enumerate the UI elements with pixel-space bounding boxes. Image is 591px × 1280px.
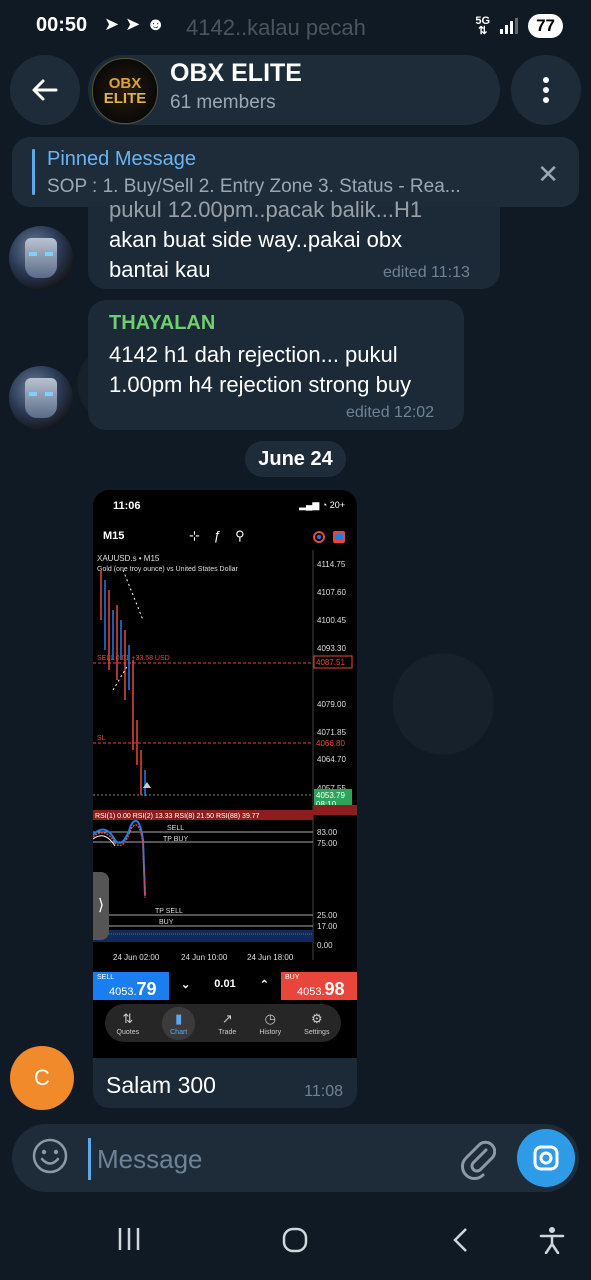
nav-history[interactable]: ◷ History	[259, 1011, 281, 1036]
photo-attachment[interactable]: 11:06 ▂▄▆ ◔ 20+ M15 ⊹ƒ⚲ XAUUSD.s • M15 G…	[93, 490, 357, 1058]
more-options-button[interactable]	[511, 55, 581, 125]
ghost-notification-text: 4142..kalau pecah	[186, 15, 366, 40]
osc-tick: 83.00	[317, 828, 338, 837]
chat-header[interactable]: OBX ELITE OBX ELITE 61 members	[88, 55, 500, 125]
price-tick: 4071.85	[317, 728, 346, 737]
sender-avatar[interactable]: C	[10, 1046, 74, 1110]
back-icon[interactable]	[450, 1226, 472, 1254]
group-title: OBX ELITE	[170, 59, 302, 87]
sell-button[interactable]: SELL 4053.79	[93, 972, 169, 1000]
price-tick: 4114.75	[317, 560, 346, 569]
chart-tools-icons: ⊹ƒ⚲	[189, 528, 259, 543]
screenshot-status-icons: ▂▄▆ ◔ 20+	[299, 500, 345, 510]
time-tick: 24 Jun 02:00	[113, 953, 160, 962]
rsi-label: RSI(1) 0.00 RSI(2) 13.33 RSI(8) 21.50 RS…	[95, 813, 260, 820]
emoji-icon[interactable]	[32, 1138, 68, 1174]
price-tick: 4079.00	[317, 700, 346, 709]
member-count: 61 members	[170, 92, 276, 113]
time-tick: 24 Jun 10:00	[181, 953, 228, 962]
price-tick: 4093.30	[317, 644, 346, 653]
price-chart: XAUUSD.s • M15 Gold (one troy ounce) vs …	[93, 550, 357, 970]
price-tick: 4066.80	[316, 739, 345, 748]
network-type-icon: 5G ⇅	[475, 15, 491, 37]
sender-name[interactable]: THAYALAN	[109, 312, 215, 335]
osc-line-label: TP SELL	[155, 908, 183, 915]
message-meta: edited 11:13	[383, 264, 470, 281]
home-icon[interactable]	[281, 1226, 309, 1254]
symbol-label: XAUUSD.s • M15	[97, 554, 160, 563]
signal-icon	[500, 18, 519, 34]
sender-avatar[interactable]	[9, 226, 73, 290]
pinned-label: Pinned Message	[47, 148, 196, 170]
photo-caption-area[interactable]: Salam 300 11:08	[93, 1058, 357, 1108]
photo-time: 11:08	[304, 1083, 343, 1100]
system-navigation	[0, 1208, 591, 1280]
back-button[interactable]	[10, 55, 80, 125]
osc-tick: 75.00	[317, 839, 338, 848]
nav-settings[interactable]: ⚙ Settings	[304, 1011, 329, 1036]
message-text: 4142 h1 dah rejection... pukul 1.00pm h4…	[109, 342, 412, 397]
price-tick: 4107.60	[317, 588, 346, 597]
sender-avatar[interactable]	[9, 366, 73, 430]
price-tick: 4053.79	[316, 791, 345, 800]
osc-tick: 17.00	[317, 922, 338, 931]
status-bar: 00:50 ➤➤☻ 4142..kalau pecah 5G ⇅ 77	[0, 0, 591, 56]
accessibility-icon[interactable]	[538, 1226, 566, 1254]
message-bubble[interactable]: THAYALAN 4142 h1 dah rejection... pukul …	[88, 300, 464, 430]
photo-caption: Salam 300	[106, 1072, 216, 1098]
battery-icon: 77	[528, 14, 563, 38]
pinned-indicator	[32, 149, 35, 195]
lot-stepper[interactable]: ⌄ 0.01 ⌃	[181, 978, 269, 991]
osc-tick: 25.00	[317, 911, 338, 920]
price-tick: 4087.51	[316, 658, 345, 667]
osc-line-label: SELL	[167, 825, 184, 832]
osc-line-label: BUY	[159, 919, 174, 926]
attach-icon[interactable]	[460, 1136, 496, 1180]
nav-trade[interactable]: ↗ Trade	[218, 1011, 236, 1036]
date-separator: June 24	[245, 441, 346, 477]
osc-tick: 0.00	[317, 941, 333, 950]
trade-panel: SELL 4053.79 ⌄ 0.01 ⌃ BUY 4053.98 ⇅ Quotes …	[93, 970, 357, 1058]
group-avatar: OBX ELITE	[92, 58, 158, 124]
arrow-left-icon	[32, 79, 58, 101]
osc-line-label: TP BUY	[163, 836, 188, 843]
timeframe-label: M15	[103, 530, 125, 542]
buy-button[interactable]: BUY 4053.98	[281, 972, 357, 1000]
chevron-right-icon[interactable]: ⟩	[93, 872, 109, 940]
nav-chart[interactable]: ▮ Chart	[162, 1006, 196, 1040]
camera-button[interactable]	[517, 1129, 575, 1187]
more-vertical-icon	[543, 77, 549, 103]
price-tick: 4100.45	[317, 616, 346, 625]
recent-apps-icon[interactable]	[116, 1226, 142, 1252]
close-icon[interactable]: ✕	[537, 159, 559, 190]
notification-icons: ➤➤☻	[104, 14, 172, 34]
time-tick: 24 Jun 18:00	[247, 953, 294, 962]
price-tick: 4064.70	[317, 755, 346, 764]
symbol-description: Gold (one troy ounce) vs United States D…	[97, 566, 239, 573]
screenshot-time: 11:06	[113, 500, 141, 512]
nav-quotes[interactable]: ⇅ Quotes	[117, 1011, 140, 1036]
app-nav: ⇅ Quotes ▮ Chart ↗ Trade ◷ History ⚙ Settings	[105, 1004, 341, 1042]
message-meta: edited 12:02	[346, 404, 435, 421]
message-composer	[12, 1124, 579, 1192]
status-time: 00:50	[36, 14, 88, 36]
camera-icon	[533, 1145, 559, 1171]
message-bubble[interactable]: pukul 12.00pm..pacak balik...H1 akan bua…	[88, 197, 500, 289]
indicator-icons	[313, 531, 345, 543]
sl-label: SL	[97, 735, 106, 742]
message-input[interactable]	[88, 1138, 399, 1180]
message-text: pukul 12.00pm..pacak balik...H1 akan bua…	[109, 197, 423, 282]
